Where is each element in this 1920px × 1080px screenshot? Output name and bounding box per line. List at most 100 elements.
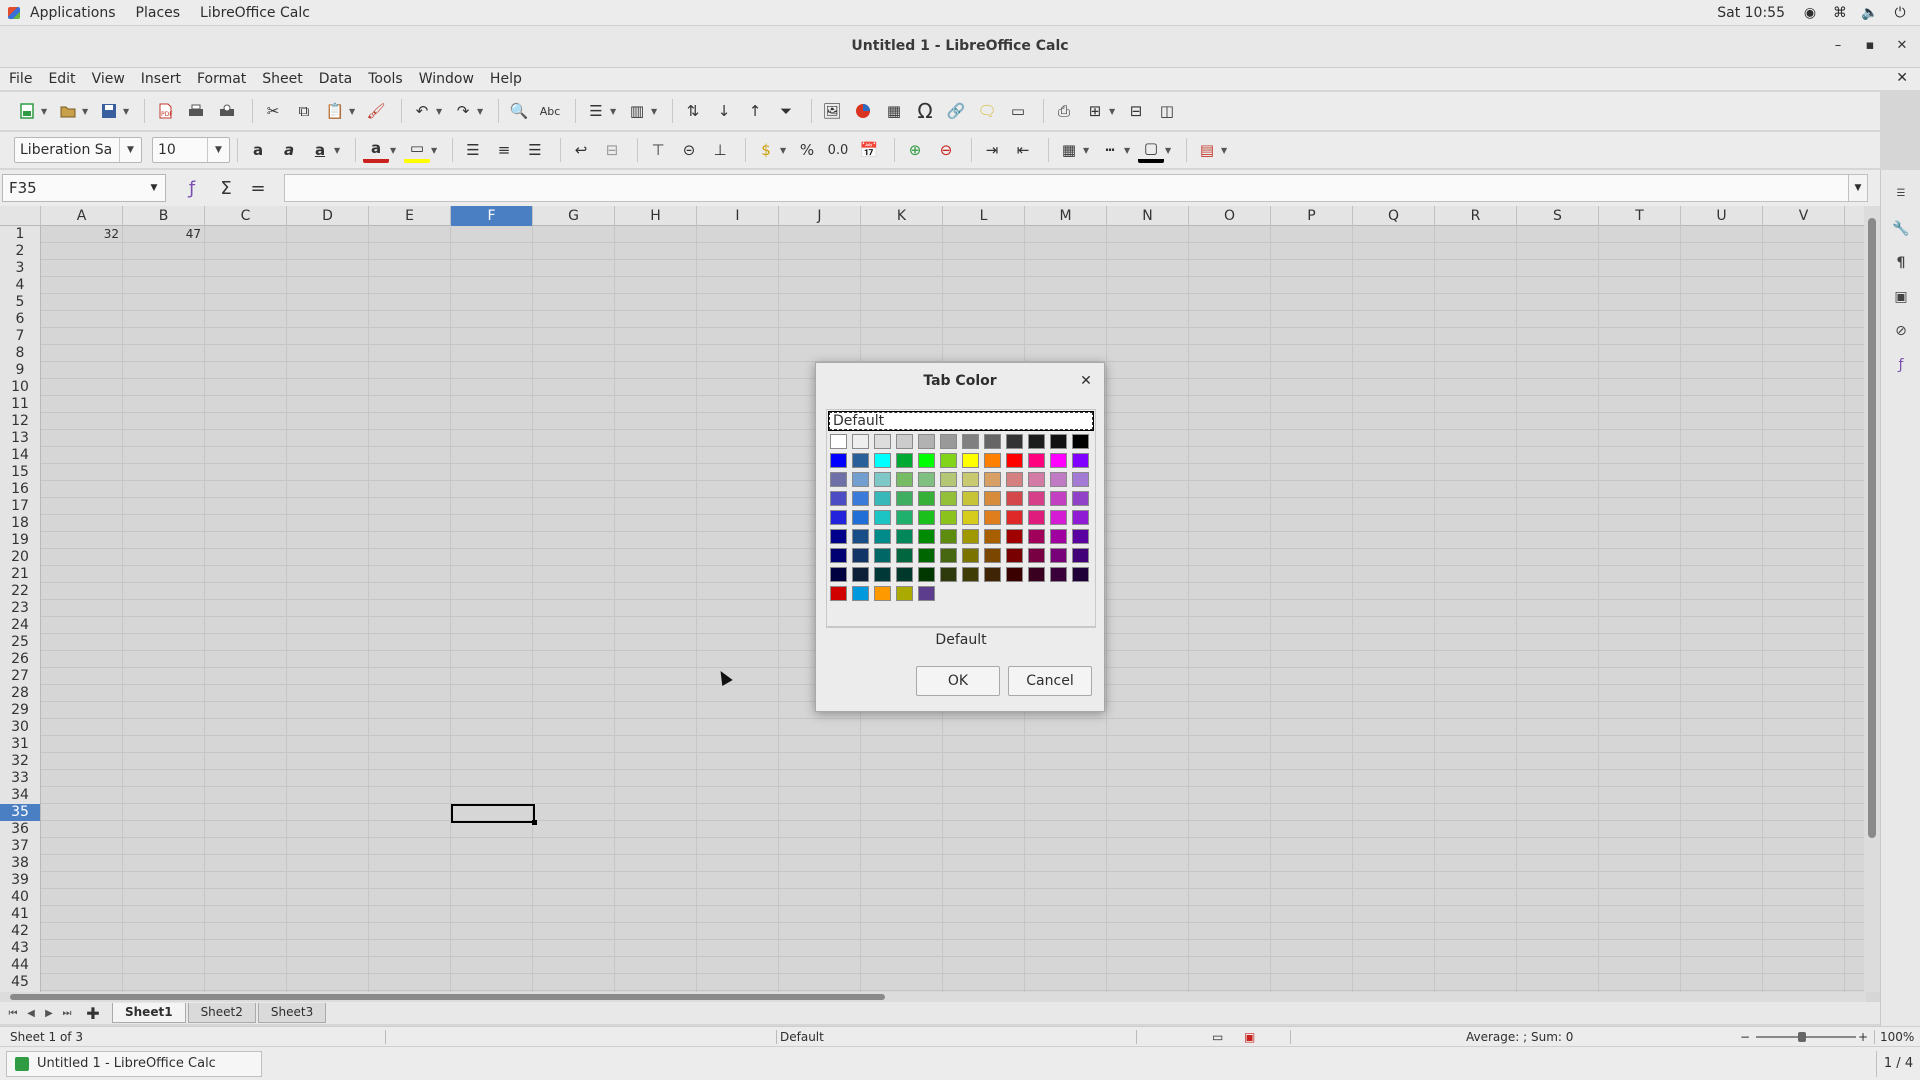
percent-icon[interactable]: %	[794, 137, 820, 163]
row-header-7[interactable]: 7	[0, 328, 40, 345]
color-swatch[interactable]	[1028, 529, 1045, 544]
active-cell-cursor[interactable]	[451, 804, 537, 825]
undo-icon[interactable]: ↶	[409, 98, 435, 124]
cut-icon[interactable]: ✂	[260, 98, 286, 124]
freeze-rows-columns-icon[interactable]: ⊞	[1082, 98, 1108, 124]
align-bottom-icon[interactable]: ⊥	[707, 137, 733, 163]
color-swatch[interactable]	[852, 434, 869, 449]
decrease-indent-icon[interactable]: ⇤	[1010, 137, 1036, 163]
color-swatch[interactable]	[1072, 548, 1089, 563]
column-header-r[interactable]: R	[1435, 206, 1517, 226]
workspace-switcher[interactable]: 1 / 4	[1876, 1051, 1920, 1077]
row-header-34[interactable]: 34	[0, 787, 40, 804]
cancel-button[interactable]: Cancel	[1008, 666, 1092, 696]
color-swatch[interactable]	[896, 548, 913, 563]
menu-data[interactable]: Data	[311, 71, 360, 87]
color-swatch[interactable]	[1028, 453, 1045, 468]
row-header-18[interactable]: 18	[0, 515, 40, 532]
align-top-icon[interactable]: ⊤	[645, 137, 671, 163]
freeze-dropdown-icon[interactable]: ▼	[1109, 107, 1117, 116]
currency-icon[interactable]: $	[753, 137, 779, 163]
color-swatch[interactable]	[984, 434, 1001, 449]
vertical-scrollbar[interactable]	[1864, 206, 1880, 992]
color-swatch[interactable]	[896, 453, 913, 468]
styles-icon[interactable]: ¶	[1890, 252, 1912, 274]
borders-dropdown-icon[interactable]: ▼	[1083, 146, 1091, 155]
color-swatch[interactable]	[874, 491, 891, 506]
define-print-area-icon[interactable]: ⎙	[1051, 98, 1077, 124]
row-header-22[interactable]: 22	[0, 583, 40, 600]
color-swatch[interactable]	[940, 567, 957, 582]
selection-mode-icon[interactable]: ▭	[1212, 1030, 1223, 1044]
color-swatch[interactable]	[874, 567, 891, 582]
column-header-i[interactable]: I	[697, 206, 779, 226]
row-header-14[interactable]: 14	[0, 447, 40, 464]
navigator-icon[interactable]: ⊘	[1890, 320, 1912, 342]
color-swatch[interactable]	[940, 491, 957, 506]
row-header-32[interactable]: 32	[0, 753, 40, 770]
color-swatch[interactable]	[874, 434, 891, 449]
close-document-icon[interactable]: ✕	[1896, 70, 1908, 86]
zoom-in-icon[interactable]: +	[1858, 1030, 1868, 1044]
color-swatch[interactable]	[1006, 453, 1023, 468]
row-header-17[interactable]: 17	[0, 498, 40, 515]
pivot-table-icon[interactable]: ▦	[881, 98, 907, 124]
increase-indent-icon[interactable]: ⇥	[979, 137, 1005, 163]
color-swatch[interactable]	[830, 529, 847, 544]
active-app-menu[interactable]: LibreOffice Calc	[190, 5, 320, 21]
color-swatch[interactable]	[962, 510, 979, 525]
column-header-f[interactable]: F	[451, 206, 533, 226]
row-header-10[interactable]: 10	[0, 379, 40, 396]
row-header-3[interactable]: 3	[0, 260, 40, 277]
color-swatch[interactable]	[918, 434, 935, 449]
menu-sheet[interactable]: Sheet	[254, 71, 310, 87]
color-swatch[interactable]	[874, 472, 891, 487]
row-header-13[interactable]: 13	[0, 430, 40, 447]
color-swatch[interactable]	[940, 529, 957, 544]
column-header-n[interactable]: N	[1107, 206, 1189, 226]
row-header-26[interactable]: 26	[0, 651, 40, 668]
row-header-38[interactable]: 38	[0, 855, 40, 872]
paste-icon[interactable]: 📋	[322, 98, 348, 124]
insert-image-icon[interactable]: 🖼	[819, 98, 845, 124]
color-swatch[interactable]	[830, 586, 847, 601]
network-icon[interactable]: ⌘	[1832, 5, 1848, 21]
column-header-c[interactable]: C	[205, 206, 287, 226]
accessibility-icon[interactable]: ◉	[1802, 5, 1818, 21]
gallery-icon[interactable]: ▣	[1890, 286, 1912, 308]
row-header-21[interactable]: 21	[0, 566, 40, 583]
color-swatch[interactable]	[1072, 472, 1089, 487]
color-swatch[interactable]	[1006, 567, 1023, 582]
color-swatch[interactable]	[984, 453, 1001, 468]
clone-formatting-icon[interactable]: 🖌	[363, 98, 389, 124]
column-header-g[interactable]: G	[533, 206, 615, 226]
color-swatch[interactable]	[852, 472, 869, 487]
delete-decimal-icon[interactable]: ⊖	[933, 137, 959, 163]
color-swatch[interactable]	[1006, 434, 1023, 449]
color-swatch[interactable]	[874, 453, 891, 468]
align-center-icon[interactable]: ≡	[491, 137, 517, 163]
cell-b1[interactable]: 47	[123, 226, 201, 242]
column-header-b[interactable]: B	[123, 206, 205, 226]
conditional-format-dropdown-icon[interactable]: ▼	[1221, 146, 1229, 155]
border-style-icon[interactable]: ┅	[1097, 137, 1123, 163]
color-swatch[interactable]	[962, 453, 979, 468]
row-header-25[interactable]: 25	[0, 634, 40, 651]
row-header-20[interactable]: 20	[0, 549, 40, 566]
color-swatch[interactable]	[940, 548, 957, 563]
new-dropdown-icon[interactable]: ▼	[41, 107, 49, 116]
color-swatch[interactable]	[940, 434, 957, 449]
color-swatch[interactable]	[852, 491, 869, 506]
row-header-16[interactable]: 16	[0, 481, 40, 498]
column-header-l[interactable]: L	[943, 206, 1025, 226]
column-header-m[interactable]: M	[1025, 206, 1107, 226]
column-header-o[interactable]: O	[1189, 206, 1271, 226]
previous-sheet-icon[interactable]: ◀	[22, 1008, 40, 1019]
formula-icon[interactable]: =	[246, 176, 270, 200]
sort-ascending-icon[interactable]: ↓	[711, 98, 737, 124]
row-header-8[interactable]: 8	[0, 345, 40, 362]
row-header-43[interactable]: 43	[0, 940, 40, 957]
color-swatch[interactable]	[852, 567, 869, 582]
color-swatch[interactable]	[918, 453, 935, 468]
redo-icon[interactable]: ↷	[450, 98, 476, 124]
